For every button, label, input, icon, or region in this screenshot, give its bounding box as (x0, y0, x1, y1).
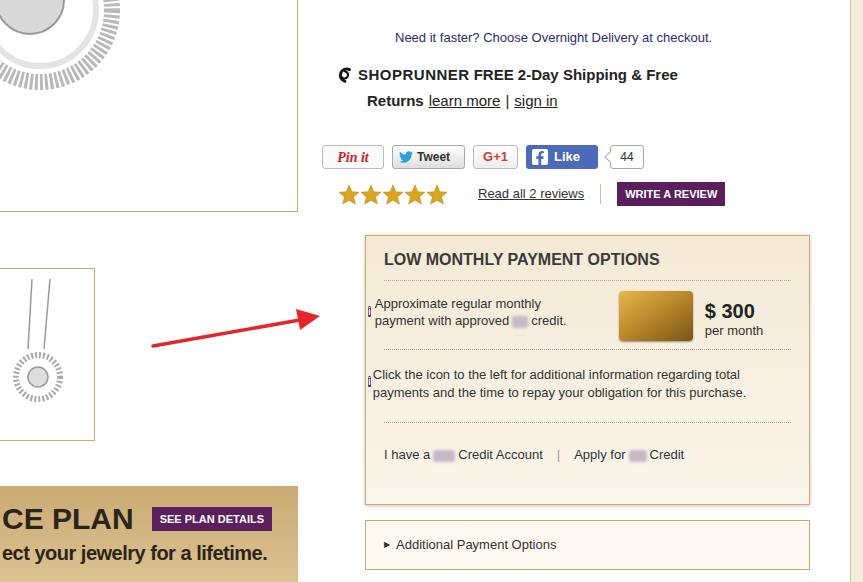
payment-options-box: LOW MONTHLY PAYMENT OPTIONS iApproximate … (365, 235, 810, 505)
expand-arrow: ▶ (384, 539, 390, 551)
monthly-estimate-row: iApproximate regular monthlypayment with… (366, 291, 809, 341)
info-icon[interactable]: i (368, 376, 371, 387)
star-icon (404, 184, 426, 205)
left-column: CE PLAN SEE PLAN DETAILS ect your jewelry … (0, 0, 298, 582)
write-review-button[interactable]: WRITE A REVIEW (617, 182, 725, 207)
twitter-bird-icon (399, 150, 413, 164)
red-arrow-icon (150, 303, 325, 353)
pin-it-button[interactable]: Pin it (322, 145, 384, 169)
shoprunner-logo-icon (336, 66, 354, 84)
star-icon (360, 184, 382, 205)
star-icon (338, 184, 360, 205)
right-edge-strip (850, 0, 863, 582)
product-page: CE PLAN SEE PLAN DETAILS ect your jewelry … (0, 0, 863, 582)
see-plan-details-button[interactable]: SEE PLAN DETAILS (152, 507, 272, 532)
star-icon (426, 184, 448, 205)
product-image (0, 0, 298, 212)
payment-title: LOW MONTHLY PAYMENT OPTIONS (366, 236, 809, 270)
credit-card-image (619, 291, 693, 341)
banner-title: CE PLAN (2, 502, 134, 536)
learn-more-link[interactable]: learn more (429, 88, 501, 114)
have-credit-link[interactable]: I have aCredit Account (384, 445, 543, 465)
tweet-button[interactable]: Tweet (392, 145, 465, 169)
credit-links: I have aCredit Account|Apply forCredit (366, 445, 809, 465)
monthly-amount: $ 300per month (705, 299, 764, 339)
info-icon[interactable]: i (368, 306, 371, 317)
banner-tagline: ect your jewelry for a lifetime. (2, 540, 298, 566)
pendant-image-icon (0, 0, 140, 110)
star-icon (382, 184, 404, 205)
protection-plan-banner: CE PLAN SEE PLAN DETAILS ect your jewelry … (0, 486, 298, 582)
facebook-icon (534, 151, 546, 165)
social-buttons: Pin it Tweet G+1 Like 44 (322, 145, 850, 169)
blurred-brand (629, 450, 647, 462)
star-rating (338, 184, 448, 205)
blurred-brand (512, 316, 528, 328)
additional-payment-options[interactable]: ▶Additional Payment Options (365, 520, 810, 570)
necklace-thumbnail-icon (10, 279, 70, 419)
reviews-row: Read all 2 reviews WRITE A REVIEW (338, 181, 850, 207)
payment-info-row: iClick the icon to the left for addition… (366, 366, 809, 402)
google-plus-button[interactable]: G+1 (473, 145, 518, 169)
thumbnail-image[interactable] (0, 268, 95, 441)
delivery-note: Need it faster? Choose Overnight Deliver… (395, 28, 850, 48)
blurred-brand (433, 450, 455, 462)
read-reviews-link[interactable]: Read all 2 reviews (478, 184, 584, 204)
facebook-like-button[interactable]: Like (526, 145, 598, 169)
shoprunner-offer: SHOPRUNNERFREE 2-Day Shipping & FreeRetu… (336, 62, 850, 114)
like-count: 44 (610, 145, 644, 169)
apply-credit-link[interactable]: Apply forCredit (574, 445, 684, 465)
purchase-column: Need it faster? Choose Overnight Deliver… (298, 0, 850, 582)
sign-in-link[interactable]: sign in (514, 88, 557, 114)
